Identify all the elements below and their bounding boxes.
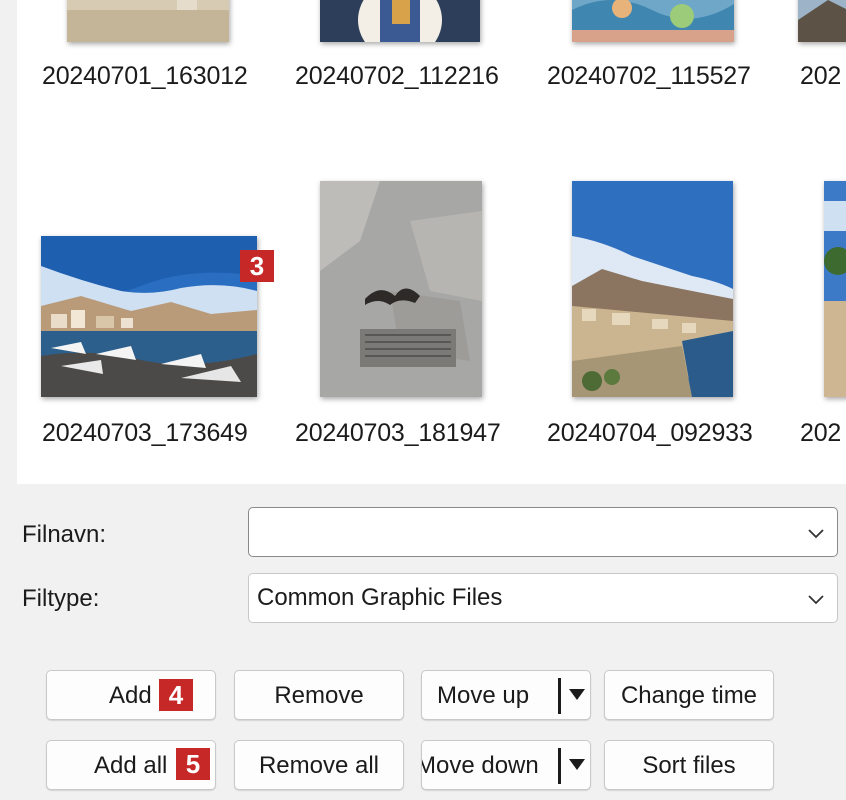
dropdown-arrow-icon[interactable] [569, 689, 585, 700]
remove-button-label: Remove [274, 682, 364, 709]
change-time-button[interactable]: Change time [604, 670, 774, 720]
thumbnail-image[interactable] [798, 0, 846, 42]
filetype-value: Common Graphic Files [257, 584, 503, 611]
split-divider [558, 748, 561, 784]
thumbnail-caption: 20240703_173649 [42, 419, 248, 447]
sort-files-button-label: Sort files [642, 752, 736, 779]
thumbnail-caption: 202 [800, 62, 842, 90]
thumbnail-caption: 20240702_115527 [547, 62, 751, 90]
thumbnail-image[interactable] [41, 236, 257, 397]
move-up-split-button[interactable]: Move up [421, 670, 591, 720]
annotation-badge-5: 5 [176, 748, 210, 780]
filetype-combobox[interactable]: Common Graphic Files [248, 573, 838, 623]
change-time-button-label: Change time [620, 682, 758, 709]
remove-all-button-label: Remove all [258, 752, 380, 779]
remove-button[interactable]: Remove [234, 670, 404, 720]
chevron-down-icon[interactable] [805, 588, 827, 610]
move-up-button-label: Move up [437, 682, 530, 709]
move-down-button-label: Move down [421, 752, 539, 779]
thumbnail-caption: 202 [800, 419, 842, 447]
filetype-label: Filtype: [22, 585, 100, 612]
remove-all-button[interactable]: Remove all [234, 740, 404, 790]
add-button-label: Add [109, 682, 152, 709]
thumbnail-caption: 20240701_163012 [42, 62, 248, 90]
thumbnail-caption: 20240704_092933 [547, 419, 753, 447]
thumbnail-caption: 20240703_181947 [295, 419, 501, 447]
split-divider [558, 678, 561, 714]
add-all-button-label: Add all [94, 752, 168, 779]
filename-label: Filnavn: [22, 521, 107, 548]
file-thumbnail-view[interactable]: 20240701_163012 20240702_112216 20240702… [17, 0, 846, 484]
move-down-split-button[interactable]: Move down [421, 740, 591, 790]
sort-files-button[interactable]: Sort files [604, 740, 774, 790]
chevron-down-icon[interactable] [805, 522, 827, 544]
thumbnail-image[interactable] [67, 0, 229, 42]
thumbnail-image[interactable] [320, 181, 482, 397]
thumbnail-image[interactable] [572, 181, 733, 397]
filename-combobox[interactable] [248, 507, 838, 557]
thumbnail-image[interactable] [572, 0, 734, 42]
dropdown-arrow-icon[interactable] [569, 759, 585, 770]
thumbnail-image[interactable] [824, 181, 846, 397]
annotation-badge-4: 4 [159, 679, 193, 711]
annotation-badge-3: 3 [240, 250, 274, 282]
thumbnail-image[interactable] [320, 0, 480, 42]
thumbnail-caption: 20240702_112216 [295, 62, 499, 90]
